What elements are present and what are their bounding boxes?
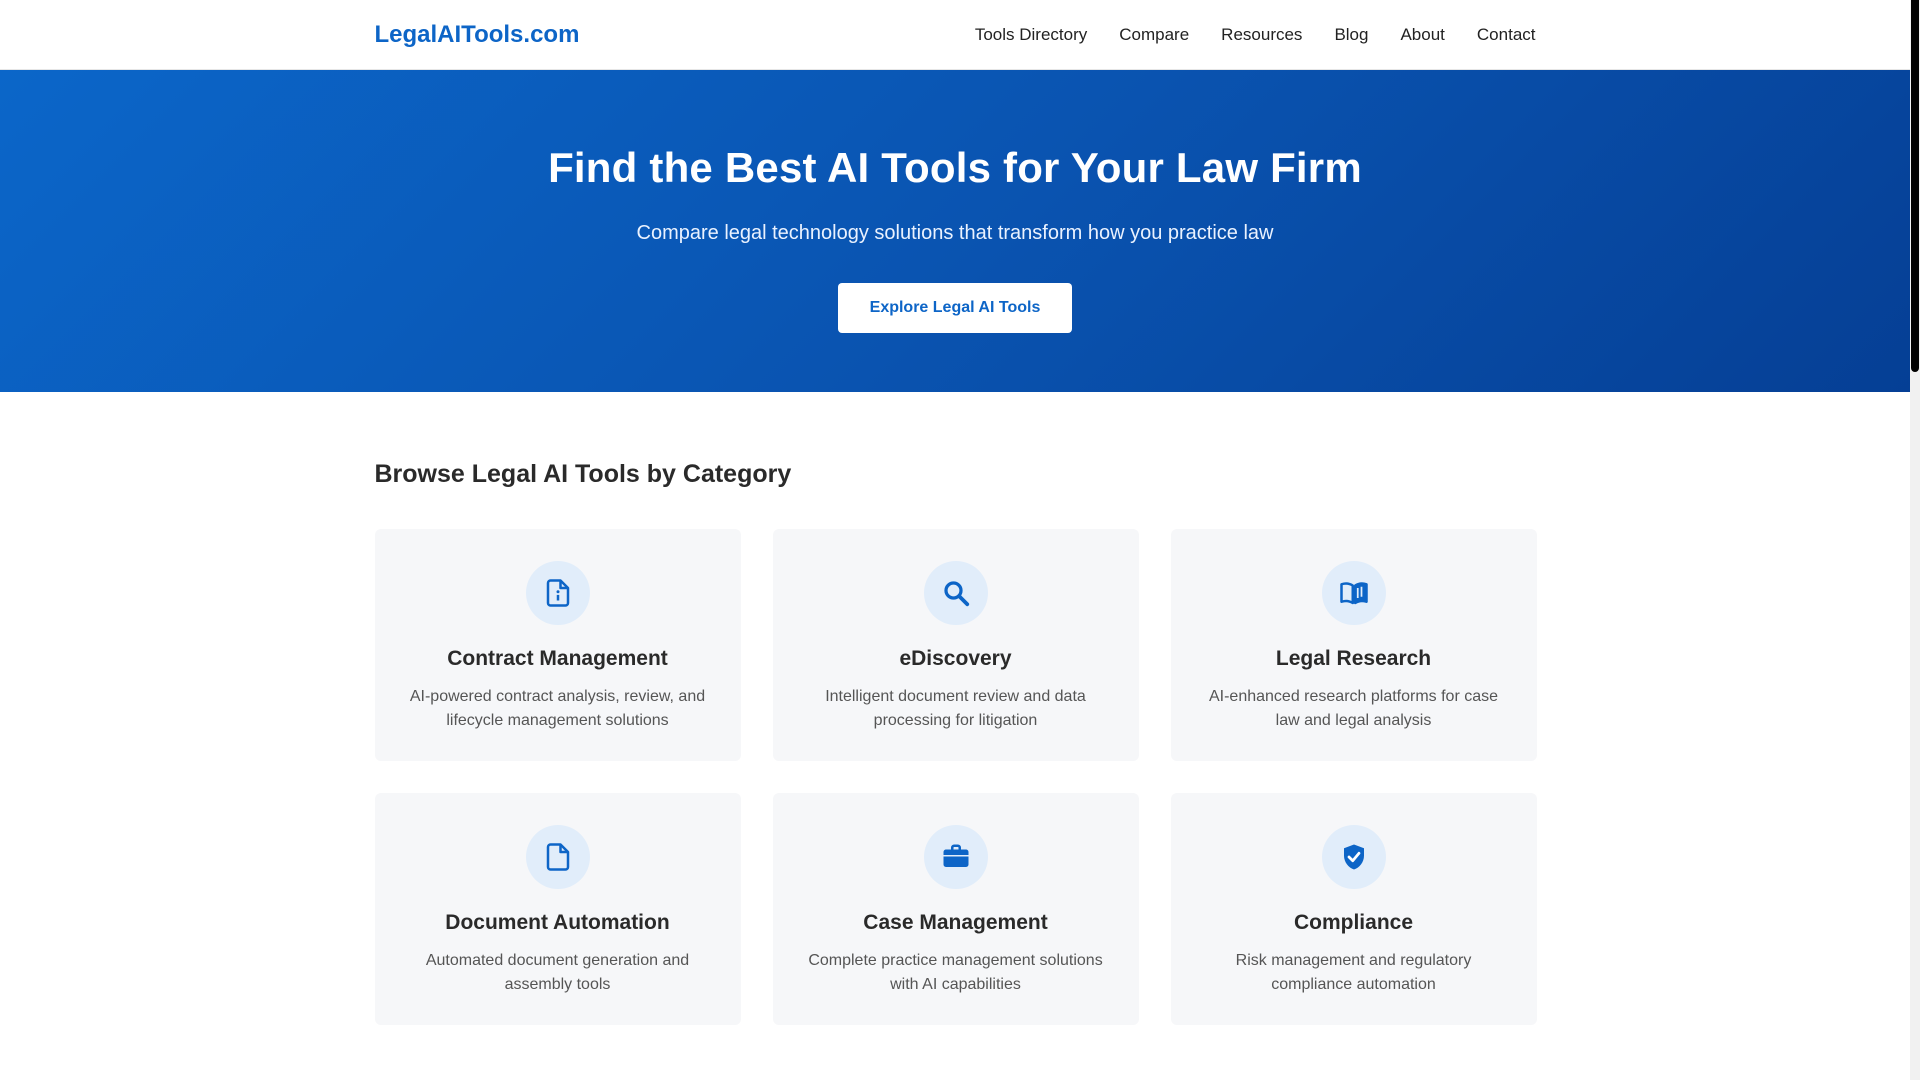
categories-heading: Browse Legal AI Tools by Category — [374, 460, 792, 488]
briefcase-icon — [923, 825, 988, 889]
page: LegalAITools.com Tools Directory Compare… — [0, 0, 1910, 1080]
document-icon — [525, 825, 590, 889]
main-nav: Tools Directory Compare Resources Blog A… — [975, 25, 1536, 45]
category-card-document-automation[interactable]: Document Automation Automated document g… — [374, 793, 741, 1025]
search-icon — [923, 561, 988, 625]
scrollbar-thumb[interactable] — [1911, 0, 1919, 372]
nav-resources[interactable]: Resources — [1221, 25, 1302, 45]
category-title: Document Automation — [445, 911, 670, 934]
category-card-case-management[interactable]: Case Management Complete practice manage… — [772, 793, 1139, 1025]
category-description: Intelligent document review and data pro… — [825, 688, 1086, 729]
site-header: LegalAITools.com Tools Directory Compare… — [0, 0, 1910, 70]
category-description: Automated document generation and assemb… — [425, 952, 690, 993]
category-title: Compliance — [1293, 911, 1414, 934]
nav-about[interactable]: About — [1400, 25, 1444, 45]
nav-blog[interactable]: Blog — [1334, 25, 1368, 45]
nav-tools-directory[interactable]: Tools Directory — [975, 25, 1087, 45]
category-grid: Contract Management AI-powered contract … — [374, 529, 1537, 1025]
main-content: Browse Legal AI Tools by Category Contra… — [374, 460, 1537, 1025]
vertical-scrollbar[interactable] — [1910, 0, 1920, 1080]
hero-title: Find the Best AI Tools for Your Law Firm — [548, 144, 1362, 191]
category-title: eDiscovery — [899, 647, 1012, 670]
category-card-legal-research[interactable]: Legal Research AI-enhanced research plat… — [1170, 529, 1537, 761]
open-book-icon — [1321, 561, 1386, 625]
hero-section: Find the Best AI Tools for Your Law Firm… — [0, 70, 1910, 392]
category-description: Risk management and regulatory complianc… — [1235, 952, 1472, 993]
explore-tools-button[interactable]: Explore Legal AI Tools — [838, 283, 1072, 333]
category-description: AI-enhanced research platforms for case … — [1208, 688, 1499, 729]
site-logo[interactable]: LegalAITools.com — [375, 21, 580, 49]
category-title: Legal Research — [1275, 647, 1432, 670]
category-description: Complete practice management solutions w… — [808, 952, 1103, 993]
nav-compare[interactable]: Compare — [1119, 25, 1189, 45]
category-card-contract-management[interactable]: Contract Management AI-powered contract … — [374, 529, 741, 761]
category-title: Case Management — [863, 911, 1048, 934]
category-title: Contract Management — [447, 647, 668, 670]
hero-subtitle: Compare legal technology solutions that … — [636, 222, 1274, 244]
category-description: AI-powered contract analysis, review, an… — [409, 688, 706, 729]
nav-contact[interactable]: Contact — [1477, 25, 1536, 45]
shield-check-icon — [1321, 825, 1386, 889]
category-card-compliance[interactable]: Compliance Risk management and regulator… — [1170, 793, 1537, 1025]
category-card-ediscovery[interactable]: eDiscovery Intelligent document review a… — [772, 529, 1139, 761]
contract-document-icon — [525, 561, 590, 625]
